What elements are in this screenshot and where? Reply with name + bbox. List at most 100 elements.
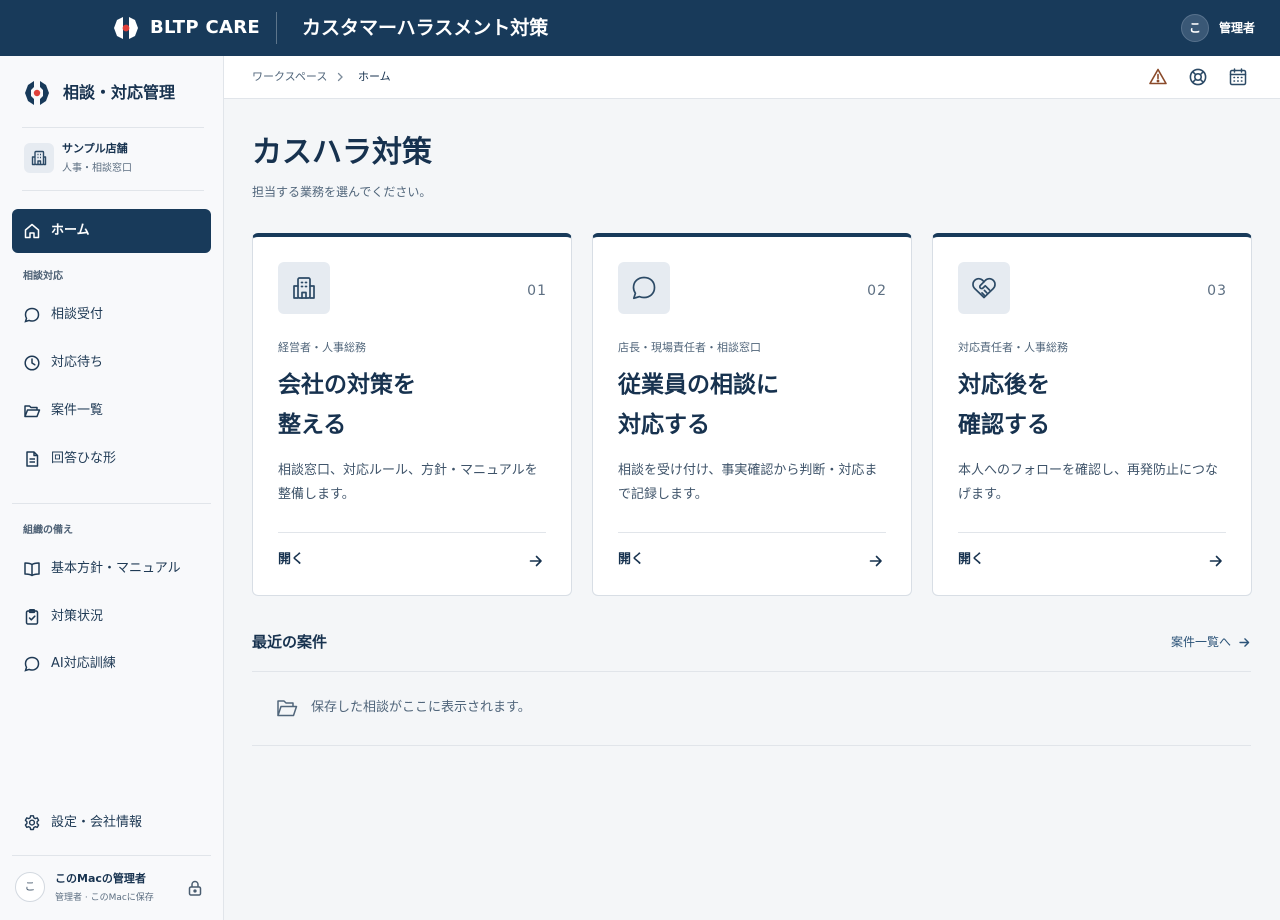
clock-icon (24, 355, 40, 371)
store-name: サンプル店舗 (62, 142, 128, 155)
sidebar-title: 相談・対応管理 (63, 83, 176, 102)
sidebar: 相談・対応管理 サンプル店舗 人事・相談窓口 ホーム 相談対応 相談受付 対応待… (0, 56, 224, 920)
card-title-line: 確認する (958, 412, 1050, 438)
arrow-right-icon[interactable] (1238, 636, 1251, 649)
sidebar-item-label: 案件一覧 (51, 403, 104, 418)
home-icon (24, 223, 40, 239)
sidebar-item-label: AI対応訓練 (51, 656, 116, 671)
top-bar: BLTP CARE カスタマーハラスメント対策 こ 管理者 (0, 0, 1280, 56)
empty-state-text: 保存した相談がここに表示されます。 (311, 700, 531, 715)
card-divider (278, 532, 546, 533)
sidebar-divider (22, 127, 204, 128)
account-avatar: こ (15, 872, 45, 902)
recent-divider (252, 671, 1251, 672)
card-title-line: 整える (278, 412, 347, 438)
chat-bubble-icon (24, 656, 40, 672)
sidebar-item-label: 設定・会社情報 (51, 815, 143, 830)
recent-divider (252, 745, 1251, 746)
sidebar-item-templates[interactable]: 回答ひな形 (12, 441, 211, 477)
card-number: 03 (1207, 283, 1227, 299)
card-divider (958, 532, 1226, 533)
sidebar-item-pending[interactable]: 対応待ち (12, 345, 211, 381)
building-icon (293, 277, 315, 299)
nav-section-consult: 相談対応 (23, 271, 63, 282)
arrow-right-icon[interactable] (868, 553, 884, 569)
card-role: 店長・現場責任者・相談窓口 (618, 341, 761, 354)
card-divider (618, 532, 886, 533)
breadcrumb-current: ホーム (358, 70, 391, 83)
sidebar-divider (12, 503, 211, 504)
card-title-line: 対応する (618, 412, 710, 438)
task-card-company-measures[interactable]: 01 経営者・人事総務 会社の対策を 整える 相談窓口、対応ルール、方針・マニュ… (252, 233, 572, 596)
warning-icon[interactable] (1148, 67, 1168, 87)
sidebar-item-case-list[interactable]: 案件一覧 (12, 393, 211, 429)
sidebar-divider (22, 190, 204, 191)
arrow-right-icon[interactable] (528, 553, 544, 569)
task-card-employee-consult[interactable]: 02 店長・現場責任者・相談窓口 従業員の相談に 対応する 相談を受け付け、事実… (592, 233, 912, 596)
lock-icon[interactable] (186, 879, 204, 897)
card-icon-wrap (278, 262, 330, 314)
user-avatar[interactable]: こ (1181, 14, 1209, 42)
chevron-right-icon (337, 72, 343, 82)
store-role: 人事・相談窓口 (62, 163, 132, 174)
calendar-icon[interactable] (1228, 67, 1248, 87)
brand-name: BLTP CARE (150, 17, 260, 38)
content-header: ワークスペース ホーム (224, 56, 1280, 99)
sidebar-divider (12, 855, 211, 856)
card-icon-wrap (618, 262, 670, 314)
sidebar-item-label: 対策状況 (51, 609, 104, 624)
card-description: 相談窓口、対応ルール、方針・マニュアルを整備します。 (278, 463, 538, 502)
sidebar-logo-icon (25, 81, 49, 105)
sidebar-item-home[interactable]: ホーム (12, 209, 211, 253)
sidebar-item-policy-manual[interactable]: 基本方針・マニュアル (12, 551, 211, 587)
account-meta: 管理者 · このMacに保存 (55, 893, 154, 903)
clipboard-check-icon (25, 609, 39, 625)
card-icon-wrap (958, 262, 1010, 314)
card-role: 対応責任者・人事総務 (958, 341, 1068, 354)
card-open-link[interactable]: 開く (618, 551, 644, 569)
account-name: このMacの管理者 (55, 872, 146, 885)
card-open-link[interactable]: 開く (958, 551, 984, 569)
card-title: 対応後を 確認する (958, 365, 1050, 445)
recent-cases-title: 最近の案件 (252, 633, 328, 651)
nav-section-org: 組織の備え (23, 525, 73, 536)
sidebar-item-label: 対応待ち (51, 355, 104, 370)
sidebar-item-ai-training[interactable]: AI対応訓練 (12, 646, 211, 682)
card-title: 会社の対策を 整える (278, 365, 416, 445)
app-title: カスタマーハラスメント対策 (302, 17, 549, 39)
folder-open-icon (277, 700, 298, 717)
sidebar-item-measures[interactable]: 対策状況 (12, 599, 211, 635)
breadcrumb-workspace[interactable]: ワークスペース (252, 69, 327, 85)
topbar-divider (276, 12, 277, 44)
card-description: 本人へのフォローを確認し、再発防止につなげます。 (958, 463, 1219, 502)
sidebar-item-settings[interactable]: 設定・会社情報 (12, 805, 211, 841)
page-subtitle: 担当する業務を選んでください。 (252, 185, 432, 199)
book-open-icon (24, 562, 40, 577)
sidebar-item-consult-intake[interactable]: 相談受付 (12, 297, 211, 333)
card-title-line: 対応後を (958, 372, 1050, 398)
card-title: 従業員の相談に 対応する (618, 365, 779, 445)
case-list-link[interactable]: 案件一覧へ (1171, 634, 1231, 650)
card-title-line: 会社の対策を (278, 372, 416, 398)
arrow-right-icon[interactable] (1208, 553, 1224, 569)
card-role: 経営者・人事総務 (278, 341, 366, 354)
sidebar-item-label: 回答ひな形 (51, 451, 117, 466)
brand-logo-icon[interactable] (112, 15, 140, 41)
sidebar-item-label: 基本方針・マニュアル (51, 561, 181, 576)
card-number: 02 (867, 283, 887, 299)
card-title-line: 従業員の相談に (618, 372, 779, 398)
chat-bubble-icon (24, 307, 40, 323)
card-description: 相談を受け付け、事実確認から判断・対応まで記録します。 (618, 463, 878, 502)
card-open-link[interactable]: 開く (278, 551, 304, 569)
task-card-follow-up[interactable]: 03 対応責任者・人事総務 対応後を 確認する 本人へのフォローを確認し、再発防… (932, 233, 1252, 596)
page-title: カスハラ対策 (252, 135, 432, 170)
store-icon (24, 143, 54, 173)
sidebar-item-label: 相談受付 (51, 307, 104, 322)
card-number: 01 (527, 283, 547, 299)
sidebar-item-label: ホーム (51, 223, 90, 238)
heart-handshake-icon (972, 277, 996, 299)
chat-bubble-icon (632, 276, 656, 300)
gear-icon (24, 815, 40, 831)
user-menu-label[interactable]: 管理者 (1219, 19, 1255, 37)
lifebuoy-icon[interactable] (1188, 67, 1208, 87)
